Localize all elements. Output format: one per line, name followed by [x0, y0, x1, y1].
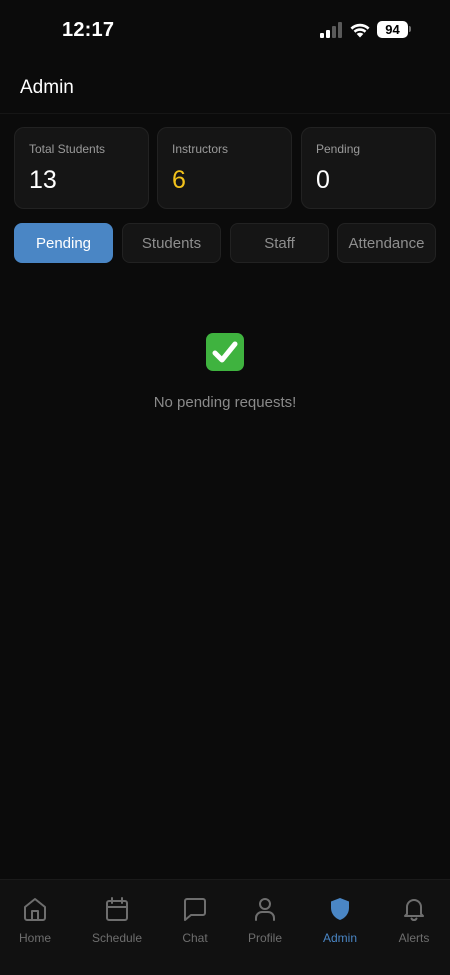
nav-item-home[interactable]: Home	[0, 880, 75, 960]
nav-label: Chat	[182, 931, 208, 945]
chat-bubble-icon	[184, 898, 206, 921]
nav-item-alerts[interactable]: Alerts	[374, 880, 450, 960]
header-divider	[0, 113, 450, 114]
nav-label: Admin	[322, 931, 357, 945]
nav-label: Alerts	[398, 931, 430, 945]
stat-label: Instructors	[172, 142, 229, 156]
nav-label: Schedule	[91, 931, 143, 945]
nav-label: Profile	[247, 931, 282, 945]
cellular-signal-icon	[320, 22, 342, 38]
stat-label: Pending	[316, 142, 361, 156]
tab-students[interactable]: Students	[122, 223, 221, 263]
status-bar: 12:17 94	[0, 0, 450, 60]
empty-state-message: No pending requests!	[153, 394, 297, 411]
stat-card-instructors: Instructors 6	[157, 127, 292, 209]
check-mark-icon	[206, 333, 244, 371]
nav-item-schedule[interactable]: Schedule	[77, 880, 157, 960]
admin-tabs: Pending Students Staff Attendance	[14, 223, 436, 263]
stat-value: 13	[29, 166, 57, 194]
status-time: 12:17	[62, 19, 115, 41]
page-title: Admin	[20, 77, 74, 98]
tab-pending[interactable]: Pending	[14, 223, 113, 263]
admin-screen: 12:17 94 Admin Total Students 13 Instruc…	[0, 0, 450, 975]
stat-value: 0	[316, 166, 330, 194]
tab-staff[interactable]: Staff	[230, 223, 329, 263]
nav-item-admin[interactable]: Admin	[300, 880, 380, 960]
home-icon	[24, 898, 46, 921]
nav-label: Home	[18, 931, 51, 945]
tab-attendance[interactable]: Attendance	[337, 223, 436, 263]
stats-row: Total Students 13 Instructors 6 Pending …	[14, 127, 436, 209]
stat-value: 6	[172, 166, 186, 194]
stat-card-pending: Pending 0	[301, 127, 436, 209]
nav-item-chat[interactable]: Chat	[155, 880, 235, 960]
wifi-icon	[350, 23, 370, 38]
shield-icon	[331, 898, 349, 920]
bell-icon	[404, 899, 424, 921]
battery-tip	[409, 26, 411, 32]
nav-item-profile[interactable]: Profile	[225, 880, 305, 960]
user-icon	[255, 898, 275, 921]
calendar-icon	[106, 897, 128, 921]
stat-card-total-students: Total Students 13	[14, 127, 149, 209]
battery-icon: 94	[377, 21, 408, 38]
stat-label: Total Students	[29, 142, 106, 156]
bottom-nav: Home Schedule Chat Profile Admin Alerts	[0, 879, 450, 975]
